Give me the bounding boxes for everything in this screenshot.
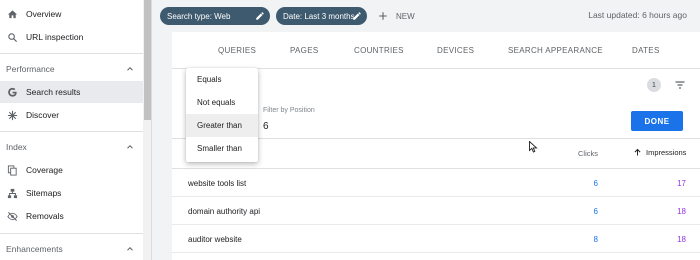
tab-queries[interactable]: QUERIES [218,46,256,55]
filter-bar: Search type: Web Date: Last 3 months NEW… [152,0,700,32]
dimension-tabs: QUERIES PAGES COUNTRIES DEVICES SEARCH A… [172,32,700,69]
position-filter-label: Filter by Position [263,107,315,114]
chevron-up-icon [125,64,135,74]
sidebar-item-label: Removals [26,211,64,221]
impressions-cell: 18 [677,207,686,216]
position-filter-input[interactable]: 6 [263,121,269,132]
query-cell: domain authority api [188,207,261,216]
scrollbar-thumb[interactable] [144,0,151,120]
sidebar-item-label: Coverage [26,165,63,175]
clicks-cell: 8 [593,235,598,244]
section-performance[interactable]: Performance [0,61,143,77]
clicks-column-header[interactable]: Clicks [578,149,598,158]
new-label: NEW [396,11,415,21]
menu-item-not-equals[interactable]: Not equals [186,91,258,114]
filter-rows-icon[interactable] [674,79,686,91]
sidebar-item-label: URL inspection [26,32,84,42]
divider [0,233,143,234]
chip-label: Date: Last 3 months [283,11,355,21]
copy-pages-icon [6,164,18,176]
sidebar-scrollbar[interactable] [143,0,151,260]
asterisk-icon [6,109,18,121]
query-cell: auditor website [188,235,242,244]
clicks-cell: 6 [593,207,598,216]
sitemap-icon [6,187,18,199]
active-filter-count-badge: 1 [647,78,661,92]
clicks-cell: 6 [593,179,598,188]
tab-devices[interactable]: DEVICES [437,46,474,55]
impressions-cell: 18 [677,235,686,244]
sidebar-item-overview[interactable]: Overview [0,3,143,25]
sidebar-item-label: Discover [26,110,60,120]
done-button[interactable]: DONE [631,111,683,131]
impressions-header-label: Impressions [646,148,687,157]
table-row[interactable]: website tools list 6 17 [172,169,700,197]
sidebar-item-label: Sitemaps [26,188,62,198]
section-index[interactable]: Index [0,139,143,155]
sidebar-item-label: Search results [26,87,81,97]
impressions-cell: 17 [677,179,686,188]
chevron-up-icon [125,142,135,152]
search-type-chip[interactable]: Search type: Web [160,7,270,25]
chip-label: Search type: Web [167,11,231,21]
sidebar-item-removals[interactable]: Removals [0,205,143,227]
comparison-operator-menu: Equals Not equals Greater than Smaller t… [186,68,258,162]
sort-arrow-up-icon [633,148,642,157]
impressions-column-header[interactable]: Impressions [633,148,686,157]
date-range-chip[interactable]: Date: Last 3 months [276,7,367,25]
section-enhancements[interactable]: Enhancements [0,241,143,257]
tab-dates[interactable]: DATES [632,46,660,55]
sidebar-item-label: Overview [26,9,62,19]
search-icon [6,31,18,43]
section-label: Performance [6,64,55,74]
edit-pencil-icon [352,11,362,21]
sidebar-item-coverage[interactable]: Coverage [0,159,143,181]
query-cell: website tools list [188,179,247,188]
sidebar-item-sitemaps[interactable]: Sitemaps [0,182,143,204]
new-filter-button[interactable]: NEW [378,8,415,24]
tab-pages[interactable]: PAGES [290,46,318,55]
sidebar-item-url-inspection[interactable]: URL inspection [0,26,143,48]
plus-icon [378,11,388,21]
eye-off-icon [6,210,18,222]
tab-countries[interactable]: COUNTRIES [354,46,404,55]
sidebar: Overview URL inspection Performance Sear… [0,0,152,260]
menu-item-equals[interactable]: Equals [186,68,258,91]
table-row[interactable]: auditor website 8 18 [172,225,700,253]
chevron-up-icon [125,244,135,254]
home-icon [6,8,18,20]
menu-item-greater-than[interactable]: Greater than [186,114,258,137]
section-label: Enhancements [6,244,63,254]
table-row[interactable]: domain authority api 6 18 [172,197,700,225]
edit-pencil-icon [255,11,265,21]
section-label: Index [6,142,27,152]
divider [0,131,143,132]
google-g-icon [6,86,18,98]
tab-search-appearance[interactable]: SEARCH APPEARANCE [508,46,603,55]
menu-item-smaller-than[interactable]: Smaller than [186,137,258,160]
divider [0,53,143,54]
sidebar-item-search-results[interactable]: Search results [0,81,143,103]
sidebar-item-discover[interactable]: Discover [0,104,143,126]
last-updated-text: Last updated: 6 hours ago [588,10,687,20]
